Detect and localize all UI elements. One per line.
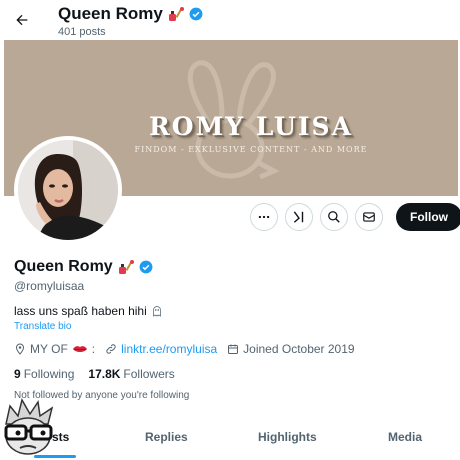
calendar-icon <box>228 344 239 354</box>
location-text: MY OF <box>30 342 68 356</box>
profile-tabs: sts Replies Highlights Media <box>0 418 460 460</box>
followers-stat[interactable]: 17.8K Followers <box>88 367 174 381</box>
verified-badge-icon <box>189 7 203 21</box>
location-item: MY OF : <box>14 342 95 356</box>
joined-item: Joined October 2019 <box>227 342 355 356</box>
website-item: linktr.ee/romyluisa <box>105 342 217 356</box>
grok-icon <box>293 211 304 223</box>
followers-label: Followers <box>123 367 175 381</box>
follow-stats: 9 Following 17.8K Followers <box>14 367 175 381</box>
back-button[interactable] <box>10 8 34 32</box>
lips-emoji-icon <box>72 346 87 352</box>
follow-button[interactable]: Follow <box>396 203 460 231</box>
profile-meta: MY OF : linktr.ee/romyluisa Joined Octob… <box>14 342 365 356</box>
tab-replies[interactable]: Replies <box>145 430 188 444</box>
following-count: 9 <box>14 367 21 381</box>
profile-name: Queen Romy <box>14 258 153 276</box>
following-label: Following <box>23 367 75 381</box>
more-icon <box>258 215 270 219</box>
nail-polish-icon <box>168 7 184 21</box>
message-button[interactable] <box>355 203 383 231</box>
translate-bio-link[interactable]: Translate bio <box>14 321 71 332</box>
header-name: Queen Romy <box>58 4 163 23</box>
tab-media[interactable]: Media <box>388 430 422 444</box>
avatar[interactable] <box>14 136 122 244</box>
posts-count-label: posts <box>79 26 106 38</box>
bio-text: lass uns spaß haben hihi <box>14 304 147 318</box>
posts-count: 401 posts <box>58 26 106 38</box>
website-link[interactable]: linktr.ee/romyluisa <box>121 342 217 356</box>
link-icon <box>106 344 116 354</box>
grok-button[interactable] <box>285 203 313 231</box>
followers-count: 17.8K <box>88 367 121 381</box>
location-pin-icon <box>15 343 25 355</box>
cartoon-mascot-overlay <box>4 398 54 455</box>
header-title: Queen Romy <box>58 4 203 24</box>
profile-handle: @romyluisaa <box>14 279 85 293</box>
arrow-left-icon <box>16 14 28 26</box>
more-button[interactable] <box>250 203 278 231</box>
verified-badge-icon[interactable] <box>139 260 153 274</box>
profile-actions: Follow <box>250 203 460 231</box>
location-colon: : <box>91 342 96 356</box>
tab-highlights[interactable]: Highlights <box>258 430 317 444</box>
nail-polish-icon <box>118 260 134 274</box>
search-profile-button[interactable] <box>320 203 348 231</box>
joined-text: Joined October 2019 <box>243 342 355 356</box>
search-icon <box>328 211 340 223</box>
posts-count-number: 401 <box>58 26 77 38</box>
profile-photo <box>18 140 118 240</box>
following-stat[interactable]: 9 Following <box>14 367 74 381</box>
ghost-emoji-icon <box>152 306 161 317</box>
profile-bio: lass uns spaß haben hihi <box>14 304 163 318</box>
profile-display-name: Queen Romy <box>14 258 113 275</box>
top-bar: Queen Romy 401 posts <box>0 0 460 40</box>
message-icon <box>363 212 375 222</box>
